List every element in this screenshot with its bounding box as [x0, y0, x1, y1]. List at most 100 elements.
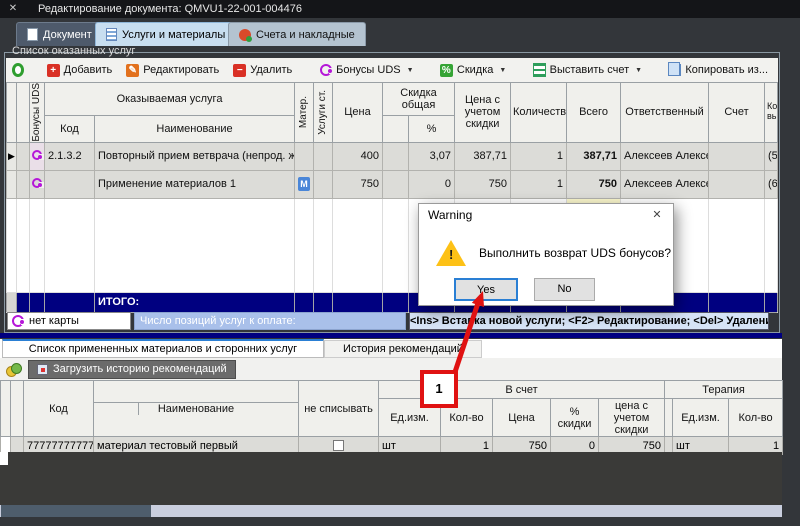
- service-code: 2.1.3.2: [45, 142, 95, 170]
- service-discount: [383, 142, 409, 170]
- tab-services-label: Услуги и материалы: [122, 29, 225, 41]
- service-tail: (69: [765, 170, 778, 198]
- materials-panel: Список примененных материалов и сторонни…: [0, 339, 782, 505]
- card-status-label: нет карты: [29, 315, 79, 327]
- coins-icon[interactable]: [6, 363, 20, 376]
- col-header-therapy-unit[interactable]: Ед.изм.: [673, 399, 729, 437]
- edit-icon: ✎: [126, 64, 139, 77]
- color-flag-header: [17, 83, 30, 143]
- tab-document-label: Документ: [43, 29, 92, 41]
- service-row-1[interactable]: ▶ 2.1.3.2 Повторный прием ветврача (непр…: [7, 142, 778, 170]
- col-header-services-st[interactable]: Услуги ст.: [314, 83, 333, 143]
- col-header-total[interactable]: Всего: [567, 83, 621, 143]
- uds-bonus-dropdown[interactable]: Бонусы UDS ▼: [316, 62, 417, 78]
- tab-services-materials[interactable]: Услуги и материалы: [95, 22, 236, 46]
- flag-header: [11, 381, 24, 437]
- warning-dialog: Warning ✕ ! Выполнить возврат UDS бонусо…: [418, 203, 674, 306]
- refresh-icon[interactable]: [12, 63, 24, 77]
- col-header-price[interactable]: Цена: [493, 399, 551, 437]
- no-button[interactable]: No: [534, 278, 595, 301]
- service-discount-pct: 0: [409, 170, 455, 198]
- edit-button[interactable]: ✎ Редактировать: [122, 62, 223, 79]
- copy-from-button[interactable]: Копировать из...: [664, 62, 772, 78]
- add-button[interactable]: + Добавить: [43, 62, 117, 79]
- copy-icon: [671, 64, 681, 76]
- row-selector-header: [1, 381, 11, 437]
- col-header-therapy-qty[interactable]: Кол-во: [729, 399, 783, 437]
- uds-icon: [32, 178, 42, 188]
- col-header-discount-abs[interactable]: [383, 116, 409, 143]
- document-icon: [27, 28, 38, 41]
- col-header-price-discounted[interactable]: цена с учетом скидки: [599, 399, 665, 437]
- horizontal-scrollbar[interactable]: [0, 505, 782, 517]
- invoice-grid-icon: [533, 63, 546, 77]
- discount-dropdown[interactable]: % Скидка ▼: [436, 62, 510, 79]
- current-row-marker: ▶: [8, 151, 15, 161]
- col-header-uds-bonuses[interactable]: Бонусы UDS: [30, 83, 45, 143]
- col-header-clipped: Ко вь: [765, 83, 778, 143]
- panel-splitter[interactable]: [0, 333, 782, 338]
- uds-icon: [320, 64, 332, 76]
- service-responsible: Алексеев Алексей Васильевич: [621, 170, 709, 198]
- name-subsplit: [94, 402, 298, 415]
- col-header-material[interactable]: Матер.: [295, 83, 314, 143]
- col-header-discount-pct[interactable]: %: [409, 116, 455, 143]
- service-row-2[interactable]: Применение материалов 1 М 750 0 750 1 75…: [7, 170, 778, 198]
- delete-label: Удалить: [250, 64, 292, 76]
- delete-icon: −: [233, 64, 246, 77]
- col-header-code[interactable]: Код: [45, 116, 95, 143]
- service-name[interactable]: Применение материалов 1: [95, 170, 295, 198]
- col-header-responsible[interactable]: Ответственный: [621, 83, 709, 143]
- service-discount-pct: 3,07: [409, 142, 455, 170]
- service-total: 750: [567, 170, 621, 198]
- col-group-therapy[interactable]: Терапия: [665, 381, 783, 399]
- service-price: 400: [333, 142, 383, 170]
- col-header-name[interactable]: Наименование: [94, 381, 299, 437]
- col-header-code[interactable]: Код: [24, 381, 94, 437]
- annotation-step-box: 1: [420, 370, 458, 408]
- col-header-price-discounted[interactable]: Цена с учетом скидки: [455, 83, 511, 143]
- copy-from-label: Копировать из...: [685, 64, 768, 76]
- tab-applied-materials[interactable]: Список примененных материалов и сторонни…: [2, 339, 324, 358]
- services-icon: [106, 28, 117, 41]
- service-price-discounted: 387,71: [455, 142, 511, 170]
- service-total: 387,71: [567, 142, 621, 170]
- invoices-icon: [239, 29, 251, 41]
- yes-button[interactable]: Yes: [454, 278, 518, 301]
- service-responsible: Алексеев Алексей Васильевич: [621, 142, 709, 170]
- delete-button[interactable]: − Удалить: [229, 62, 296, 79]
- col-header-price[interactable]: Цена: [333, 83, 383, 143]
- materials-toolbar: Загрузить историю рекомендаций: [0, 358, 782, 380]
- services-toolbar: + Добавить ✎ Редактировать − Удалить Бон…: [6, 58, 778, 82]
- service-qty: 1: [511, 170, 567, 198]
- window-close-icon[interactable]: ✕: [2, 1, 24, 17]
- scrollbar-thumb[interactable]: [1, 505, 151, 517]
- tab-recommendation-history[interactable]: История рекомендаций: [324, 340, 482, 358]
- percent-icon: %: [440, 64, 453, 77]
- load-history-button[interactable]: Загрузить историю рекомендаций: [28, 360, 236, 379]
- tab-invoices[interactable]: Счета и накладные: [228, 22, 366, 46]
- service-name[interactable]: Повторный прием ветврача (непрод. жив-е)…: [95, 142, 295, 170]
- service-discount: [383, 170, 409, 198]
- dialog-close-icon[interactable]: ✕: [641, 204, 673, 226]
- tab-document[interactable]: Документ: [16, 22, 103, 46]
- col-header-no-writeoff[interactable]: не списывать: [299, 381, 379, 437]
- load-history-label: Загрузить историю рекомендаций: [53, 363, 227, 375]
- col-header-qty[interactable]: Количество: [511, 83, 567, 143]
- add-icon: +: [47, 64, 60, 77]
- add-label: Добавить: [64, 64, 113, 76]
- materials-table: Код Наименование не списывать В счет Тер…: [0, 380, 783, 455]
- col-header-discount-pct[interactable]: % скидки: [551, 399, 599, 437]
- col-group-discount[interactable]: Скидка общая: [383, 83, 455, 116]
- total-label: ИТОГО:: [95, 292, 295, 312]
- col-header-name[interactable]: Наименование: [95, 116, 295, 143]
- col-group-service[interactable]: Оказываемая услуга: [45, 83, 295, 116]
- card-status: нет карты: [7, 312, 131, 330]
- uds-label: Бонусы UDS: [336, 64, 400, 76]
- app-window: ✕ Редактирование документа: QMVU1-22-001…: [0, 0, 800, 526]
- service-tail: (54: [765, 142, 778, 170]
- no-writeoff-checkbox[interactable]: [333, 440, 344, 451]
- col-header-therapy-gap: [665, 399, 673, 437]
- issue-invoice-dropdown[interactable]: Выставить счет ▼: [529, 61, 646, 79]
- col-header-account[interactable]: Счет: [709, 83, 765, 143]
